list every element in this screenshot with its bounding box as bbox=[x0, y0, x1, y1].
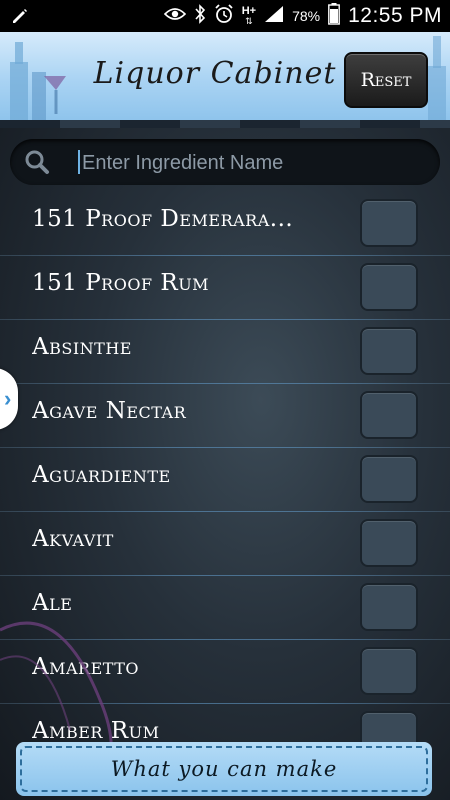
ingredient-checkbox[interactable] bbox=[360, 711, 418, 742]
header-divider bbox=[0, 120, 450, 128]
list-item[interactable]: Agave Nectar bbox=[0, 384, 450, 448]
what-you-can-make-label: What you can make bbox=[110, 757, 338, 781]
status-bar: H+ ⇅ 78% 12:55 PM bbox=[0, 0, 450, 32]
ingredient-label: 151 Proof Rum bbox=[32, 270, 210, 296]
battery-percent: 78% bbox=[292, 8, 321, 24]
app-screen: H+ ⇅ 78% 12:55 PM Liquor Cabinet Reset E… bbox=[0, 0, 450, 800]
ingredient-checkbox[interactable] bbox=[360, 583, 418, 631]
reset-button[interactable]: Reset bbox=[344, 52, 428, 108]
ingredient-checkbox[interactable] bbox=[360, 199, 418, 247]
edit-icon bbox=[10, 6, 30, 31]
ingredient-label: 151 Proof Demerara... bbox=[32, 206, 294, 232]
bluetooth-icon bbox=[194, 3, 206, 29]
chevron-right-icon[interactable]: › bbox=[4, 386, 11, 412]
what-you-can-make-button[interactable]: What you can make bbox=[16, 742, 432, 796]
ingredient-checkbox[interactable] bbox=[360, 391, 418, 439]
ingredient-checkbox[interactable] bbox=[360, 263, 418, 311]
search-box[interactable] bbox=[10, 139, 440, 185]
network-icon: H+ ⇅ bbox=[241, 5, 257, 27]
app-header: Liquor Cabinet Reset bbox=[0, 32, 450, 120]
ingredient-checkbox[interactable] bbox=[360, 519, 418, 567]
ingredient-checkbox[interactable] bbox=[360, 327, 418, 375]
ingredient-checkbox[interactable] bbox=[360, 455, 418, 503]
list-item[interactable]: Ale bbox=[0, 576, 450, 640]
battery-icon bbox=[328, 2, 341, 30]
ingredient-label: Amber Rum bbox=[32, 718, 160, 742]
clock: 12:55 PM bbox=[348, 4, 442, 27]
list-item[interactable]: 151 Proof Demerara... bbox=[0, 192, 450, 256]
ingredient-label: Ale bbox=[32, 590, 73, 616]
list-item[interactable]: Amber Rum bbox=[0, 704, 450, 742]
list-item[interactable]: Amaretto bbox=[0, 640, 450, 704]
list-item[interactable]: 151 Proof Rum bbox=[0, 256, 450, 320]
ingredient-label: Agave Nectar bbox=[32, 398, 187, 424]
ingredient-list[interactable]: 151 Proof Demerara... 151 Proof Rum Absint… bbox=[0, 192, 450, 742]
list-item[interactable]: Absinthe bbox=[0, 320, 450, 384]
signal-icon bbox=[264, 5, 284, 28]
ingredient-label: Amaretto bbox=[32, 654, 140, 680]
alarm-icon bbox=[214, 3, 234, 29]
ingredient-label: Absinthe bbox=[32, 334, 132, 360]
network-type-label: H+ bbox=[241, 5, 257, 17]
eye-icon bbox=[163, 6, 186, 27]
search-input[interactable] bbox=[80, 145, 424, 181]
search-icon bbox=[24, 149, 50, 180]
list-item[interactable]: Aguardiente bbox=[0, 448, 450, 512]
what-you-can-make-frame: What you can make bbox=[20, 746, 428, 792]
ingredient-label: Aguardiente bbox=[32, 462, 171, 488]
ingredient-label: Akvavit bbox=[32, 526, 114, 552]
ingredient-checkbox[interactable] bbox=[360, 647, 418, 695]
list-item[interactable]: Akvavit bbox=[0, 512, 450, 576]
